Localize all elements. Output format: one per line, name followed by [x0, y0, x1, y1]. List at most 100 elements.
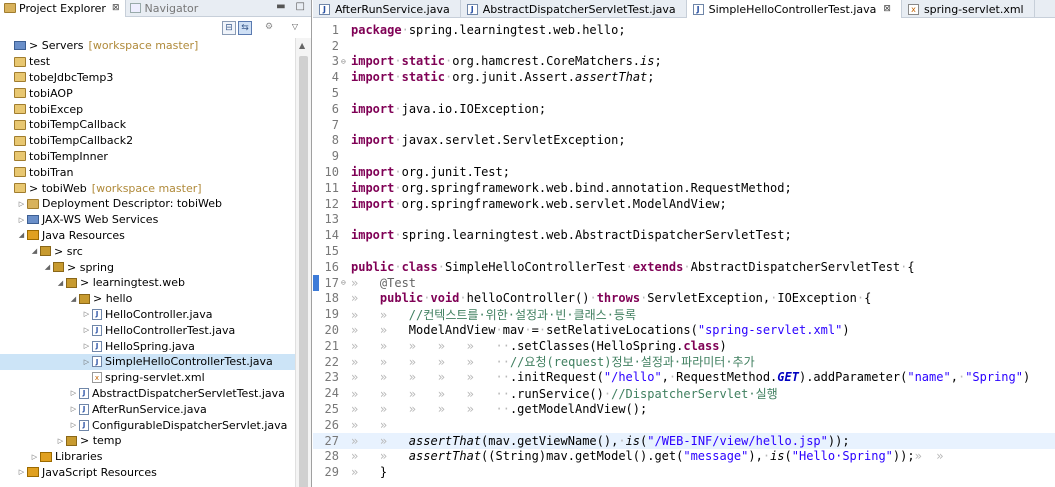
scroll-up-icon[interactable]: ▲	[299, 41, 305, 50]
code-line[interactable]: 9	[313, 148, 1055, 164]
code-line[interactable]: 1 package·spring.learningtest.web.hello;	[313, 22, 1055, 38]
tree-item[interactable]: ▷ J HelloController.java	[0, 307, 296, 323]
tree-item[interactable]: test	[0, 54, 296, 70]
editor-tab[interactable]: x spring-servlet.xml	[902, 0, 1035, 18]
code-area[interactable]: 1 package·spring.learningtest.web.hello; 2…	[313, 22, 1055, 480]
tab-navigator[interactable]: Navigator	[126, 0, 204, 17]
tree-item[interactable]: ◢ > learningtest.web	[0, 275, 296, 291]
code-line[interactable]: 11 import·org.springframework.web.bind.an…	[313, 180, 1055, 196]
tree-item[interactable]: ▷ J AbstractDispatcherServletTest.java	[0, 386, 296, 402]
expanded-arrow-icon[interactable]: ◢	[69, 295, 78, 303]
tree-item[interactable]: tobiExcep	[0, 101, 296, 117]
tree-item[interactable]: > Servers [workspace master]	[0, 38, 296, 54]
collapsed-arrow-icon[interactable]: ▷	[17, 216, 26, 224]
collapsed-arrow-icon[interactable]: ▷	[56, 437, 65, 445]
tree-item[interactable]: ◢ Java Resources	[0, 228, 296, 244]
collapsed-arrow-icon[interactable]: ▷	[82, 342, 91, 350]
tree-item[interactable]: tobiTran	[0, 164, 296, 180]
tree-item[interactable]: ▷ J ConfigurableDispatcherServlet.java	[0, 417, 296, 433]
collapse-all-button[interactable]: ⊟	[222, 21, 236, 35]
code-line[interactable]: 18» public·void·helloController()·throws…	[313, 291, 1055, 307]
code-line[interactable]: 26» »	[313, 417, 1055, 433]
collapsed-arrow-icon[interactable]: ▷	[82, 358, 91, 366]
tree-item[interactable]: tobeJdbcTemp3	[0, 70, 296, 86]
minimize-icon[interactable]: ▬	[276, 1, 285, 12]
tree-item[interactable]: ▷ > temp	[0, 433, 296, 449]
fold-toggle-icon[interactable]: ⊖	[341, 278, 351, 287]
code-line[interactable]: 28» » assertThat((String)mav.getModel().…	[313, 449, 1055, 465]
code-line[interactable]: 23» » » » » ··.initRequest("/hello",·Req…	[313, 370, 1055, 386]
editor-tab[interactable]: J SimpleHelloControllerTest.java ⊠	[686, 0, 902, 18]
collapsed-arrow-icon[interactable]: ▷	[17, 200, 26, 208]
code-line[interactable]: 10 import·org.junit.Test;	[313, 164, 1055, 180]
code-line[interactable]: 21» » » » » ··.setClasses(HelloSpring.cl…	[313, 338, 1055, 354]
code-line[interactable]: 19» » //컨텍스트를·위한·설정과·빈·클래스·등록	[313, 306, 1055, 322]
collapsed-arrow-icon[interactable]: ▷	[82, 326, 91, 334]
collapsed-arrow-icon[interactable]: ▷	[82, 310, 91, 318]
tree-item[interactable]: ▷ J HelloControllerTest.java	[0, 322, 296, 338]
code-token: org.springframework.web.bind.annotation.…	[401, 180, 792, 195]
tree-item-label: > spring	[67, 260, 114, 274]
collapsed-arrow-icon[interactable]: ▷	[69, 421, 78, 429]
code-line[interactable]: 12 import·org.springframework.web.servlet…	[313, 196, 1055, 212]
code-line[interactable]: 5	[313, 85, 1055, 101]
tree-item[interactable]: ▷ J AfterRunService.java	[0, 401, 296, 417]
code-line[interactable]: 7	[313, 117, 1055, 133]
code-line[interactable]: 29» }	[313, 464, 1055, 480]
tree-item[interactable]: ▷ JavaScript Resources	[0, 465, 296, 481]
tree-item[interactable]: tobiTempCallback	[0, 117, 296, 133]
expanded-arrow-icon[interactable]: ◢	[30, 247, 39, 255]
code-line[interactable]: 27» » assertThat(mav.getViewName(),·is("…	[313, 432, 1055, 449]
code-line[interactable]: 20» » ModelAndView·mav·=·setRelativeLoca…	[313, 322, 1055, 338]
collapsed-arrow-icon[interactable]: ▷	[17, 468, 26, 476]
editor-tab[interactable]: J AfterRunService.java	[313, 0, 461, 18]
link-with-editor-button[interactable]: ⇆	[238, 21, 252, 35]
code-line[interactable]: 22» » » » » ··//요청(request)정보·설정과·파라미터·추…	[313, 354, 1055, 370]
explorer-scrollbar[interactable]: ▲	[295, 38, 311, 487]
code-line[interactable]: 24» » » » » ··.runService()·//Dispatcher…	[313, 385, 1055, 401]
code-line[interactable]: 13	[313, 212, 1055, 228]
tree-item[interactable]: ▷ Deployment Descriptor: tobiWeb	[0, 196, 296, 212]
expanded-arrow-icon[interactable]: ◢	[43, 263, 52, 271]
code-line[interactable]: 15	[313, 243, 1055, 259]
tree-item[interactable]: ◢ > hello	[0, 291, 296, 307]
tree-item[interactable]: ▷ J SimpleHelloControllerTest.java	[0, 353, 296, 370]
scrollbar-thumb[interactable]	[299, 56, 308, 487]
tree-item[interactable]: ◢ > spring	[0, 259, 296, 275]
code-line[interactable]: 8 import·javax.servlet.ServletException;	[313, 133, 1055, 149]
code-line[interactable]: 6 import·java.io.IOException;	[313, 101, 1055, 117]
fold-toggle-icon[interactable]: ⊖	[341, 57, 351, 66]
code-line[interactable]: 2	[313, 38, 1055, 54]
close-icon[interactable]: ⊠	[883, 4, 891, 14]
tree-item[interactable]: ▷ JAX-WS Web Services	[0, 212, 296, 228]
expanded-arrow-icon[interactable]: ◢	[17, 231, 26, 239]
chevron-down-icon[interactable]: ▽	[288, 21, 302, 35]
tree-item[interactable]: tobiAOP	[0, 85, 296, 101]
code-line[interactable]: 25» » » » » ··.getModelAndView();	[313, 401, 1055, 417]
expanded-arrow-icon[interactable]: ◢	[56, 279, 65, 287]
code-line[interactable]: 4 import·static·org.junit.Assert.assertTh…	[313, 69, 1055, 85]
code-line[interactable]: 17 ⊖» @Test	[313, 274, 1055, 291]
collapsed-arrow-icon[interactable]: ▷	[30, 453, 39, 461]
code-token: import	[351, 133, 395, 148]
collapsed-arrow-icon[interactable]: ▷	[69, 389, 78, 397]
tree-item[interactable]: x spring-servlet.xml	[0, 370, 296, 386]
tree-item[interactable]: ▷ J HelloSpring.java	[0, 338, 296, 354]
tree-item[interactable]: tobiTempInner	[0, 149, 296, 165]
editor-tab[interactable]: J AbstractDispatcherServletTest.java	[461, 0, 687, 18]
code-line[interactable]: 3 ⊖ import·static·org.hamcrest.CoreMatcher…	[313, 54, 1055, 70]
code-token: » »	[351, 449, 409, 464]
maximize-icon[interactable]: □	[296, 1, 305, 12]
tree-item[interactable]: ▷ Libraries	[0, 449, 296, 465]
code-line[interactable]: 16 public·class·SimpleHelloControllerTest…	[313, 259, 1055, 275]
code-token: import	[351, 228, 395, 243]
xml-file-icon: x	[92, 372, 102, 384]
tree-item[interactable]: ◢ > src	[0, 243, 296, 259]
collapsed-arrow-icon[interactable]: ▷	[69, 405, 78, 413]
close-icon[interactable]: ⊠	[112, 3, 120, 13]
view-menu-icon[interactable]: ⚙	[262, 21, 276, 35]
tab-project-explorer[interactable]: Project Explorer ⊠	[0, 0, 127, 17]
tree-item[interactable]: tobiTempCallback2	[0, 133, 296, 149]
tree-item[interactable]: > tobiWeb [workspace master]	[0, 180, 296, 196]
code-line[interactable]: 14 import·spring.learningtest.web.Abstrac…	[313, 227, 1055, 243]
